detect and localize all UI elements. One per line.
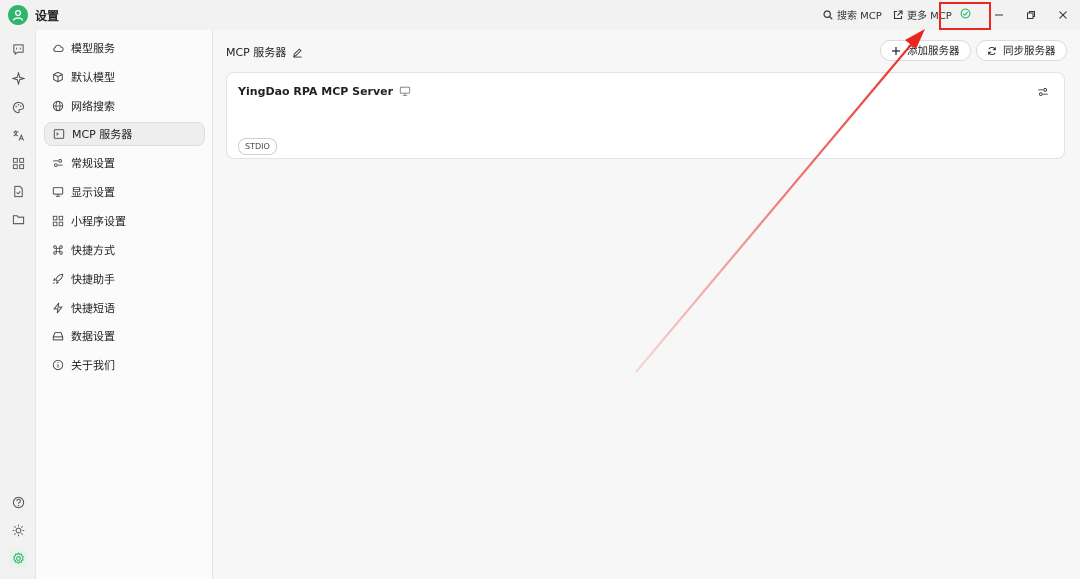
restore-button[interactable]: [1020, 5, 1042, 25]
menu-item-mini-programs[interactable]: 小程序设置: [44, 209, 205, 233]
info-icon: [52, 359, 64, 371]
rail-palette[interactable]: [9, 98, 27, 116]
settings-menu: 模型服务 默认模型 网络搜索 MCP 服务器 常规设置 显示设置 小程序设置 快…: [35, 30, 213, 579]
transport-badge: STDIO: [238, 138, 277, 155]
drive-icon: [52, 332, 64, 341]
grid-icon: [12, 157, 24, 169]
menu-item-shortcuts[interactable]: 快捷方式: [44, 238, 205, 262]
rail-help[interactable]: [9, 493, 27, 511]
menu-item-display[interactable]: 显示设置: [44, 180, 205, 204]
annotation-highlight-box: [939, 2, 991, 30]
search-icon: [823, 9, 833, 20]
menu-item-mcp-servers[interactable]: MCP 服务器: [44, 122, 205, 146]
sliders-icon: [1038, 88, 1048, 96]
server-name: YingDao RPA MCP Server: [238, 85, 411, 98]
cloud-icon: [53, 44, 64, 52]
sun-icon: [12, 524, 24, 536]
search-mcp-label: 搜索 MCP: [837, 11, 882, 22]
minimize-button[interactable]: [988, 5, 1010, 25]
rail-apps[interactable]: [9, 154, 27, 172]
sparkle-icon: [11, 71, 25, 85]
sync-servers-button[interactable]: 同步服务器: [976, 40, 1067, 61]
close-button[interactable]: [1052, 5, 1074, 25]
rail-theme[interactable]: [9, 521, 27, 539]
window-title: 设置: [35, 9, 60, 23]
gear-icon: [12, 551, 24, 564]
sliders-icon: [53, 159, 63, 167]
close-icon: [1059, 11, 1067, 19]
plus-icon: [892, 46, 900, 55]
menu-item-data[interactable]: 数据设置: [44, 324, 205, 348]
file-icon: [13, 185, 23, 197]
restore-icon: [1027, 11, 1035, 19]
menu-item-default-model[interactable]: 默认模型: [44, 65, 205, 89]
globe-icon: [52, 100, 64, 112]
folder-icon: [12, 214, 24, 224]
menu-item-web-search[interactable]: 网络搜索: [44, 94, 205, 118]
rail-chat[interactable]: [9, 40, 27, 58]
rail-sparkle[interactable]: [9, 69, 27, 87]
monitor-icon: [52, 187, 64, 197]
server-card[interactable]: YingDao RPA MCP Server STDIO: [226, 72, 1065, 159]
rail-settings[interactable]: [9, 549, 27, 567]
chat-icon: [12, 43, 24, 55]
command-icon: [53, 245, 63, 255]
rail-translate[interactable]: [9, 126, 27, 144]
terminal-icon: [53, 129, 65, 139]
title-bar: 设置 搜索 MCP 更多 MCP: [0, 0, 1080, 30]
user-icon: [12, 9, 24, 21]
palette-icon: [12, 101, 24, 113]
menu-item-general[interactable]: 常规设置: [44, 151, 205, 175]
menu-item-quick-assistant[interactable]: 快捷助手: [44, 267, 205, 291]
menu-item-about[interactable]: 关于我们: [44, 353, 205, 377]
refresh-icon: [988, 46, 996, 55]
server-settings-button[interactable]: [1036, 85, 1050, 99]
menu-item-quick-phrases[interactable]: 快捷短语: [44, 296, 205, 320]
rail-folder[interactable]: [9, 210, 27, 228]
minimize-icon: [995, 14, 1003, 16]
rail-files[interactable]: [9, 182, 27, 200]
user-avatar[interactable]: [8, 5, 28, 25]
help-icon: [12, 496, 24, 508]
cube-icon: [53, 71, 63, 83]
page-title: MCP 服务器: [226, 44, 303, 60]
add-server-button[interactable]: 添加服务器: [880, 40, 971, 61]
rocket-icon: [52, 273, 64, 285]
edit-icon[interactable]: [292, 47, 303, 58]
zap-icon: [53, 302, 63, 314]
icon-rail: [0, 30, 35, 579]
translate-icon: [12, 129, 24, 141]
grid-icon: [52, 215, 64, 227]
search-mcp-button[interactable]: 搜索 MCP: [823, 7, 882, 22]
external-link-icon: [893, 9, 903, 19]
monitor-icon: [399, 86, 411, 96]
menu-item-model-service[interactable]: 模型服务: [44, 36, 205, 60]
